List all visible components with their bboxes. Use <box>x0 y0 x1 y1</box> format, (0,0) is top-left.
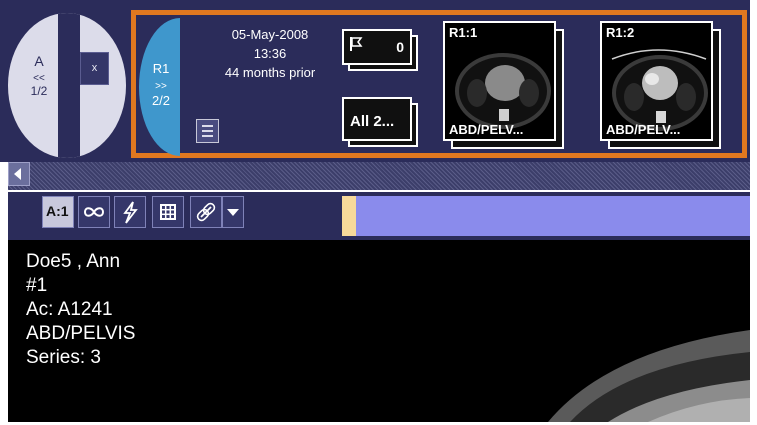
viewport-color-indicator <box>342 196 356 236</box>
report-icon <box>202 125 213 127</box>
flag-icon <box>350 37 363 51</box>
study-description: ABD/PELVIS <box>26 323 136 344</box>
chain-link-button[interactable] <box>190 196 222 228</box>
tools-button[interactable] <box>114 196 146 228</box>
study-time: 13:36 <box>253 46 287 61</box>
infinity-icon <box>83 207 105 217</box>
image-viewport[interactable]: Doe5 , Ann #1 Ac: A1241 ABD/PELVIS Serie… <box>8 240 750 422</box>
study-count: 1/2 <box>30 84 48 98</box>
thumbnail-label: R1:1 <box>449 25 478 40</box>
study-date: 05-May-2008 <box>231 27 309 42</box>
series-thumbnail-1[interactable]: R1:1 ABD/PELV... <box>443 21 564 149</box>
collapse-button[interactable] <box>8 162 30 186</box>
all-series-box[interactable]: All 2... <box>342 97 412 141</box>
layout-button[interactable] <box>152 196 184 228</box>
prior-tab-label: R1 <box>152 61 170 76</box>
link-dropdown-button[interactable] <box>222 196 244 228</box>
study-letter: A <box>34 53 44 69</box>
grid-icon <box>160 204 176 220</box>
link-series-button[interactable] <box>78 196 110 228</box>
flag-count: 0 <box>396 39 404 55</box>
prior-study-info: 05-May-2008 13:36 44 months prior <box>192 25 348 82</box>
collapse-arrow-icon <box>14 168 21 180</box>
viewport-toolbar: A:1 <box>8 192 750 240</box>
splitter-bar[interactable] <box>8 162 750 190</box>
chain-link-icon <box>196 202 216 222</box>
active-viewport-button[interactable]: A:1 <box>42 196 74 228</box>
lightning-icon <box>123 201 138 224</box>
all-series-label: All 2... <box>350 113 395 130</box>
close-study-button[interactable]: x <box>80 52 109 85</box>
toolbar-fill <box>356 196 750 236</box>
study-tab-divider <box>58 13 80 158</box>
report-button[interactable] <box>196 119 219 143</box>
window-edge <box>750 0 757 425</box>
thumbnail-label: R1:2 <box>606 25 635 40</box>
image-number: #1 <box>26 275 48 296</box>
study-age: 44 months prior <box>224 65 316 80</box>
prior-study-panel: R1 >> 2/2 05-May-2008 13:36 44 months pr… <box>131 10 747 158</box>
patient-info-overlay: Doe5 , Ann #1 Ac: A1241 ABD/PELVIS Serie… <box>26 250 135 370</box>
thumbnail-description: ABD/PELV... <box>606 122 681 137</box>
current-study-tab[interactable]: A << 1/2 x <box>8 13 126 158</box>
prior-study-tab[interactable]: R1 >> 2/2 <box>139 18 180 156</box>
flag-box[interactable]: 0 <box>342 29 412 65</box>
prior-study-count: 2/2 <box>151 93 171 108</box>
chevron-down-icon <box>227 209 239 216</box>
accession-number: Ac: A1241 <box>26 299 113 320</box>
patient-name: Doe5 , Ann <box>26 251 121 272</box>
next-study-arrows[interactable]: >> <box>142 82 180 92</box>
thumbnail-description: ABD/PELV... <box>449 122 524 137</box>
series-thumbnail-2[interactable]: R1:2 ABD/PELV... <box>600 21 721 149</box>
series-number: Series: 3 <box>26 347 101 368</box>
